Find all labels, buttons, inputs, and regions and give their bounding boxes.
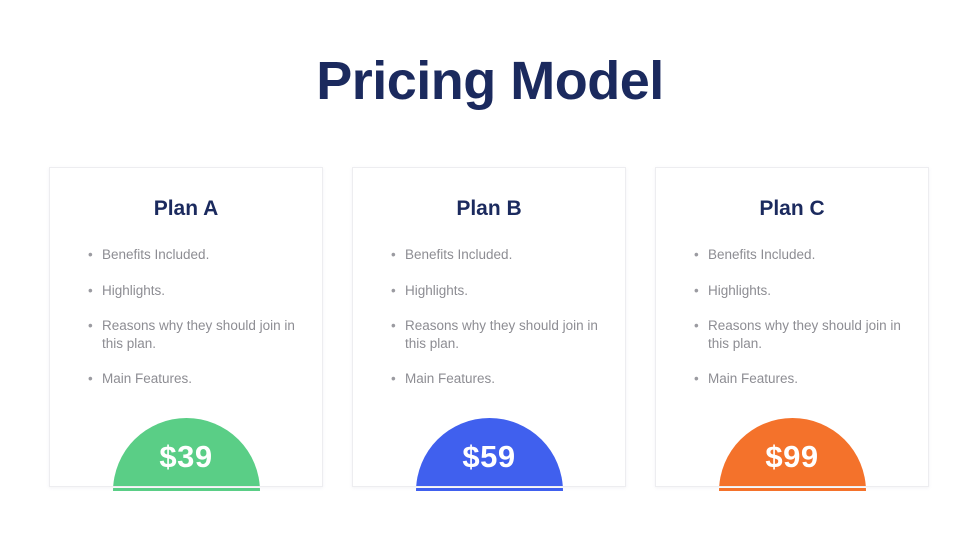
list-item: • Main Features. [391,370,609,388]
bullet-icon: • [694,318,699,333]
bullet-icon: • [391,371,396,386]
pricing-card-content: Plan C • Benefits Included. • Highlights… [656,168,928,486]
bullet-icon: • [694,282,699,298]
pricing-slide: Pricing Model Plan A • Benefits Included… [0,0,980,551]
list-item: • Benefits Included. [694,246,912,264]
price-badge: $39 [112,418,260,486]
feature-list: • Benefits Included. • Highlights. • Rea… [88,246,306,388]
list-item: • Benefits Included. [391,246,609,264]
pricing-card-plan-c[interactable]: Plan C • Benefits Included. • Highlights… [655,167,929,491]
price-badge: $99 [718,418,866,486]
price-badge: $59 [415,418,563,486]
list-item: • Main Features. [88,370,306,388]
pricing-cards-row: Plan A • Benefits Included. • Highlights… [49,167,931,492]
list-item: • Reasons why they should join in this p… [88,317,306,352]
pricing-card-content: Plan B • Benefits Included. • Highlights… [353,168,625,486]
feature-text: Reasons why they should join in this pla… [708,318,901,351]
price-badge-overflow [112,488,260,491]
bullet-icon: • [88,282,93,298]
feature-text: Main Features. [102,371,193,386]
list-item: • Reasons why they should join in this p… [694,317,912,352]
feature-text: Reasons why they should join in this pla… [405,318,598,351]
price-badge-overflow-shape [415,488,563,491]
list-item: • Highlights. [391,282,609,300]
pricing-card-plan-a[interactable]: Plan A • Benefits Included. • Highlights… [49,167,323,491]
feature-text: Main Features. [405,371,496,386]
feature-text: Highlights. [708,282,772,298]
feature-text: Benefits Included. [102,247,210,262]
feature-text: Main Features. [708,371,799,386]
list-item: • Main Features. [694,370,912,388]
bullet-icon: • [88,371,93,386]
bullet-icon: • [391,247,396,262]
bullet-icon: • [88,247,93,262]
feature-list: • Benefits Included. • Highlights. • Rea… [694,246,912,388]
feature-text: Highlights. [405,282,469,298]
feature-text: Benefits Included. [405,247,513,262]
feature-text: Reasons why they should join in this pla… [102,318,295,351]
plan-title: Plan B [456,197,522,220]
bullet-icon: • [391,282,396,298]
page-title: Pricing Model [316,51,664,111]
feature-text: Highlights. [102,282,166,298]
list-item: • Highlights. [694,282,912,300]
feature-list: • Benefits Included. • Highlights. • Rea… [391,246,609,388]
list-item: • Highlights. [88,282,306,300]
feature-text: Benefits Included. [708,247,816,262]
price-badge-overflow-shape [718,488,866,491]
price-value: $59 [462,439,516,474]
price-badge-overflow [415,488,563,491]
list-item: • Benefits Included. [88,246,306,264]
pricing-card-content: Plan A • Benefits Included. • Highlights… [50,168,322,486]
pricing-card-plan-b[interactable]: Plan B • Benefits Included. • Highlights… [352,167,626,491]
price-badge-overflow-shape [112,488,260,491]
plan-title: Plan C [759,197,825,220]
bullet-icon: • [88,318,93,333]
bullet-icon: • [391,318,396,333]
price-badge-overflow [718,488,866,491]
plan-title: Plan A [153,197,219,220]
price-value: $99 [765,439,819,474]
price-value: $39 [159,439,213,474]
bullet-icon: • [694,371,699,386]
bullet-icon: • [694,247,699,262]
list-item: • Reasons why they should join in this p… [391,317,609,352]
